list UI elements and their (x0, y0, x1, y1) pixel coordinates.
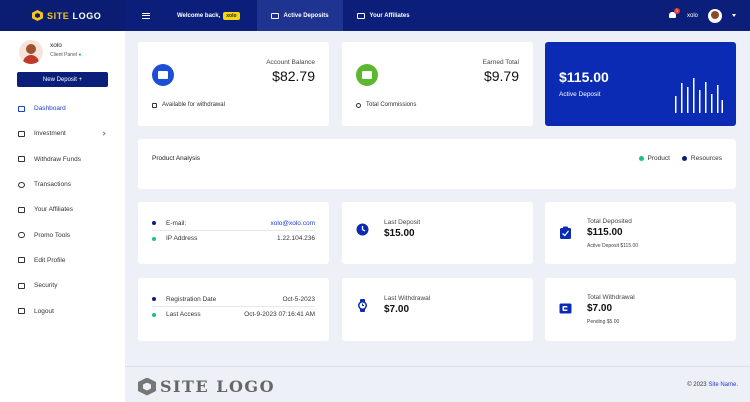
email-row: E-mail: xolo@xolo.com (152, 216, 315, 231)
chevron-down-icon[interactable] (732, 14, 736, 17)
email-link[interactable]: xolo@xolo.com (270, 220, 315, 227)
registration-row: Registration Date Oct-5-2023 (152, 292, 315, 307)
copyright: © 2023 Site Name. (687, 382, 738, 388)
sidebar-nav: Dashboard Investment Withdraw Funds Tran… (0, 96, 125, 324)
site-name-link[interactable]: Site Name. (708, 382, 738, 388)
earned-footnote: Total Commissions (356, 102, 416, 108)
contact-info-card: E-mail: xolo@xolo.com IP Address 1.22.104.… (138, 202, 329, 264)
last-access-value: Oct-9-2023 07:16:41 AM (244, 311, 315, 318)
earned-title: Earned Total (482, 59, 519, 66)
last-withdrawal-value: $7.00 (384, 304, 410, 315)
welcome-text: Welcome back, (177, 12, 221, 19)
ip-value: 1.22.104.236 (277, 235, 315, 242)
profile-block: xolo Client Panel ● (0, 31, 125, 64)
avatar (19, 40, 43, 64)
welcome-message: Welcome back, xolo (177, 11, 240, 20)
total-deposited-value: $115.00 (587, 227, 623, 238)
chevron-right-icon (101, 131, 106, 137)
active-deposit-card: $115.00 Active Deposit (545, 42, 736, 126)
user-avatar[interactable] (708, 8, 722, 23)
total-withdrawal-value: $7.00 (587, 303, 613, 314)
notification-count: 1 (673, 8, 680, 14)
monitor-icon (18, 105, 25, 112)
username-badge: xolo (223, 11, 240, 20)
logo-hexagon-icon (138, 377, 156, 396)
total-withdrawal-card: Total Withdrawal $7.00 Pending $5.00 (545, 278, 736, 341)
sidebar: xolo Client Panel ● New Deposit + Dashbo… (0, 31, 125, 402)
last-withdrawal-label: Last Withdrawal (384, 295, 431, 302)
deposit-icon (270, 12, 279, 19)
users-icon (18, 206, 25, 213)
top-bar: SITE LOGO Welcome back, xolo Active Depo… (0, 0, 750, 31)
logo-hexagon-icon (32, 10, 43, 21)
legend-resources[interactable]: Resources (681, 155, 722, 162)
camera-icon (152, 102, 157, 108)
account-balance-card: Account Balance $82.79 Available for wit… (138, 42, 329, 126)
clock-icon (356, 223, 369, 236)
sidebar-item-edit-profile[interactable]: Edit Profile (0, 248, 125, 273)
bar-sparkline-icon (675, 78, 723, 113)
last-deposit-value: $15.00 (384, 228, 415, 239)
wallet-icon (559, 303, 572, 314)
clipboard-check-icon (560, 226, 571, 239)
link-icon (18, 232, 25, 239)
last-access-row: Last Access Oct-9-2023 07:16:41 AM (152, 307, 315, 322)
top-username[interactable]: xolo (687, 13, 698, 19)
active-deposit-value: $115.00 (559, 69, 609, 85)
history-icon (18, 181, 25, 188)
sidebar-item-promo-tools[interactable]: Promo Tools (0, 222, 125, 247)
last-withdrawal-card: Last Withdrawal $7.00 (342, 278, 533, 341)
balance-title: Account Balance (266, 59, 315, 66)
chart-growth-icon (356, 64, 378, 86)
legend-product[interactable]: Product (638, 155, 670, 162)
total-withdrawal-label: Total Withdrawal (587, 294, 635, 301)
new-deposit-button[interactable]: New Deposit + (17, 72, 108, 87)
withdraw-icon (18, 156, 25, 163)
balance-icon (152, 64, 174, 86)
sidebar-item-dashboard[interactable]: Dashboard (0, 96, 125, 121)
online-dot-icon: ● (78, 52, 82, 58)
watch-icon (358, 299, 367, 312)
last-deposit-label: Last Deposit (384, 219, 421, 226)
bell-icon[interactable]: 1 (668, 8, 680, 20)
hamburger-icon[interactable] (139, 11, 153, 21)
total-deposited-card: Total Deposited $115.00 Active Deposit $… (545, 202, 736, 264)
product-analysis-card: Product Analysis Product Resources (138, 139, 736, 189)
sidebar-item-withdraw-funds[interactable]: Withdraw Funds (0, 147, 125, 172)
balance-value: $82.79 (272, 68, 315, 84)
wallet-icon (18, 130, 25, 137)
edit-icon (18, 257, 25, 264)
sidebar-item-transactions[interactable]: Transactions (0, 172, 125, 197)
logo-text: SITE LOGO (47, 10, 102, 21)
total-deposited-sub: Active Deposit $115.00 (587, 243, 639, 249)
sidebar-item-your-affiliates[interactable]: Your Affiliates (0, 197, 125, 222)
dates-info-card: Registration Date Oct-5-2023 Last Access O… (138, 278, 329, 341)
analysis-title: Product Analysis (152, 155, 201, 162)
total-withdrawal-sub: Pending $5.00 (587, 319, 620, 325)
sidebar-item-security[interactable]: Security (0, 273, 125, 298)
dollar-icon (356, 102, 361, 108)
footer-logo: SITE LOGO (138, 377, 275, 396)
profile-role: Client Panel ● (50, 52, 82, 58)
affiliates-icon (356, 12, 365, 19)
tab-active-deposits[interactable]: Active Deposits (256, 0, 343, 31)
earned-value: $9.79 (483, 68, 519, 84)
sidebar-item-investment[interactable]: Investment (0, 121, 125, 146)
active-deposit-label: Active Deposit (559, 91, 601, 98)
tab-your-affiliates[interactable]: Your Affiliates (343, 0, 424, 31)
logout-icon (18, 308, 25, 315)
analysis-legend: Product Resources (638, 155, 722, 162)
registration-value: Oct-5-2023 (282, 295, 315, 303)
last-deposit-card: Last Deposit $15.00 (342, 202, 533, 264)
profile-name: xolo (50, 42, 62, 49)
balance-footnote: Available for withdrawal (152, 102, 225, 108)
earned-total-card: Earned Total $9.79 Total Commissions (342, 42, 533, 126)
site-logo[interactable]: SITE LOGO (0, 0, 125, 31)
footer: SITE LOGO © 2023 Site Name. (125, 366, 750, 402)
ip-row: IP Address 1.22.104.236 (152, 231, 315, 246)
lock-icon (18, 282, 25, 289)
sidebar-item-logout[interactable]: Logout (0, 298, 125, 323)
total-deposited-label: Total Deposited (587, 218, 632, 225)
